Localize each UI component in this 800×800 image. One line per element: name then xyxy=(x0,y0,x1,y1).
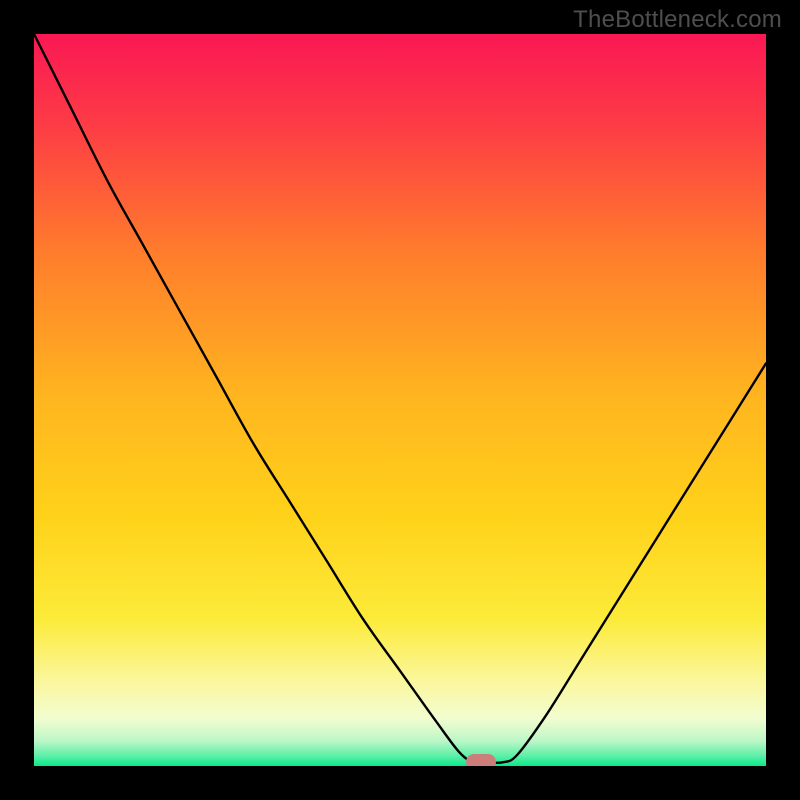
watermark-text: TheBottleneck.com xyxy=(573,6,782,34)
chart-frame xyxy=(0,0,800,800)
optimal-marker xyxy=(466,754,496,766)
bottleneck-curve xyxy=(34,34,766,766)
plot-area xyxy=(34,34,766,766)
